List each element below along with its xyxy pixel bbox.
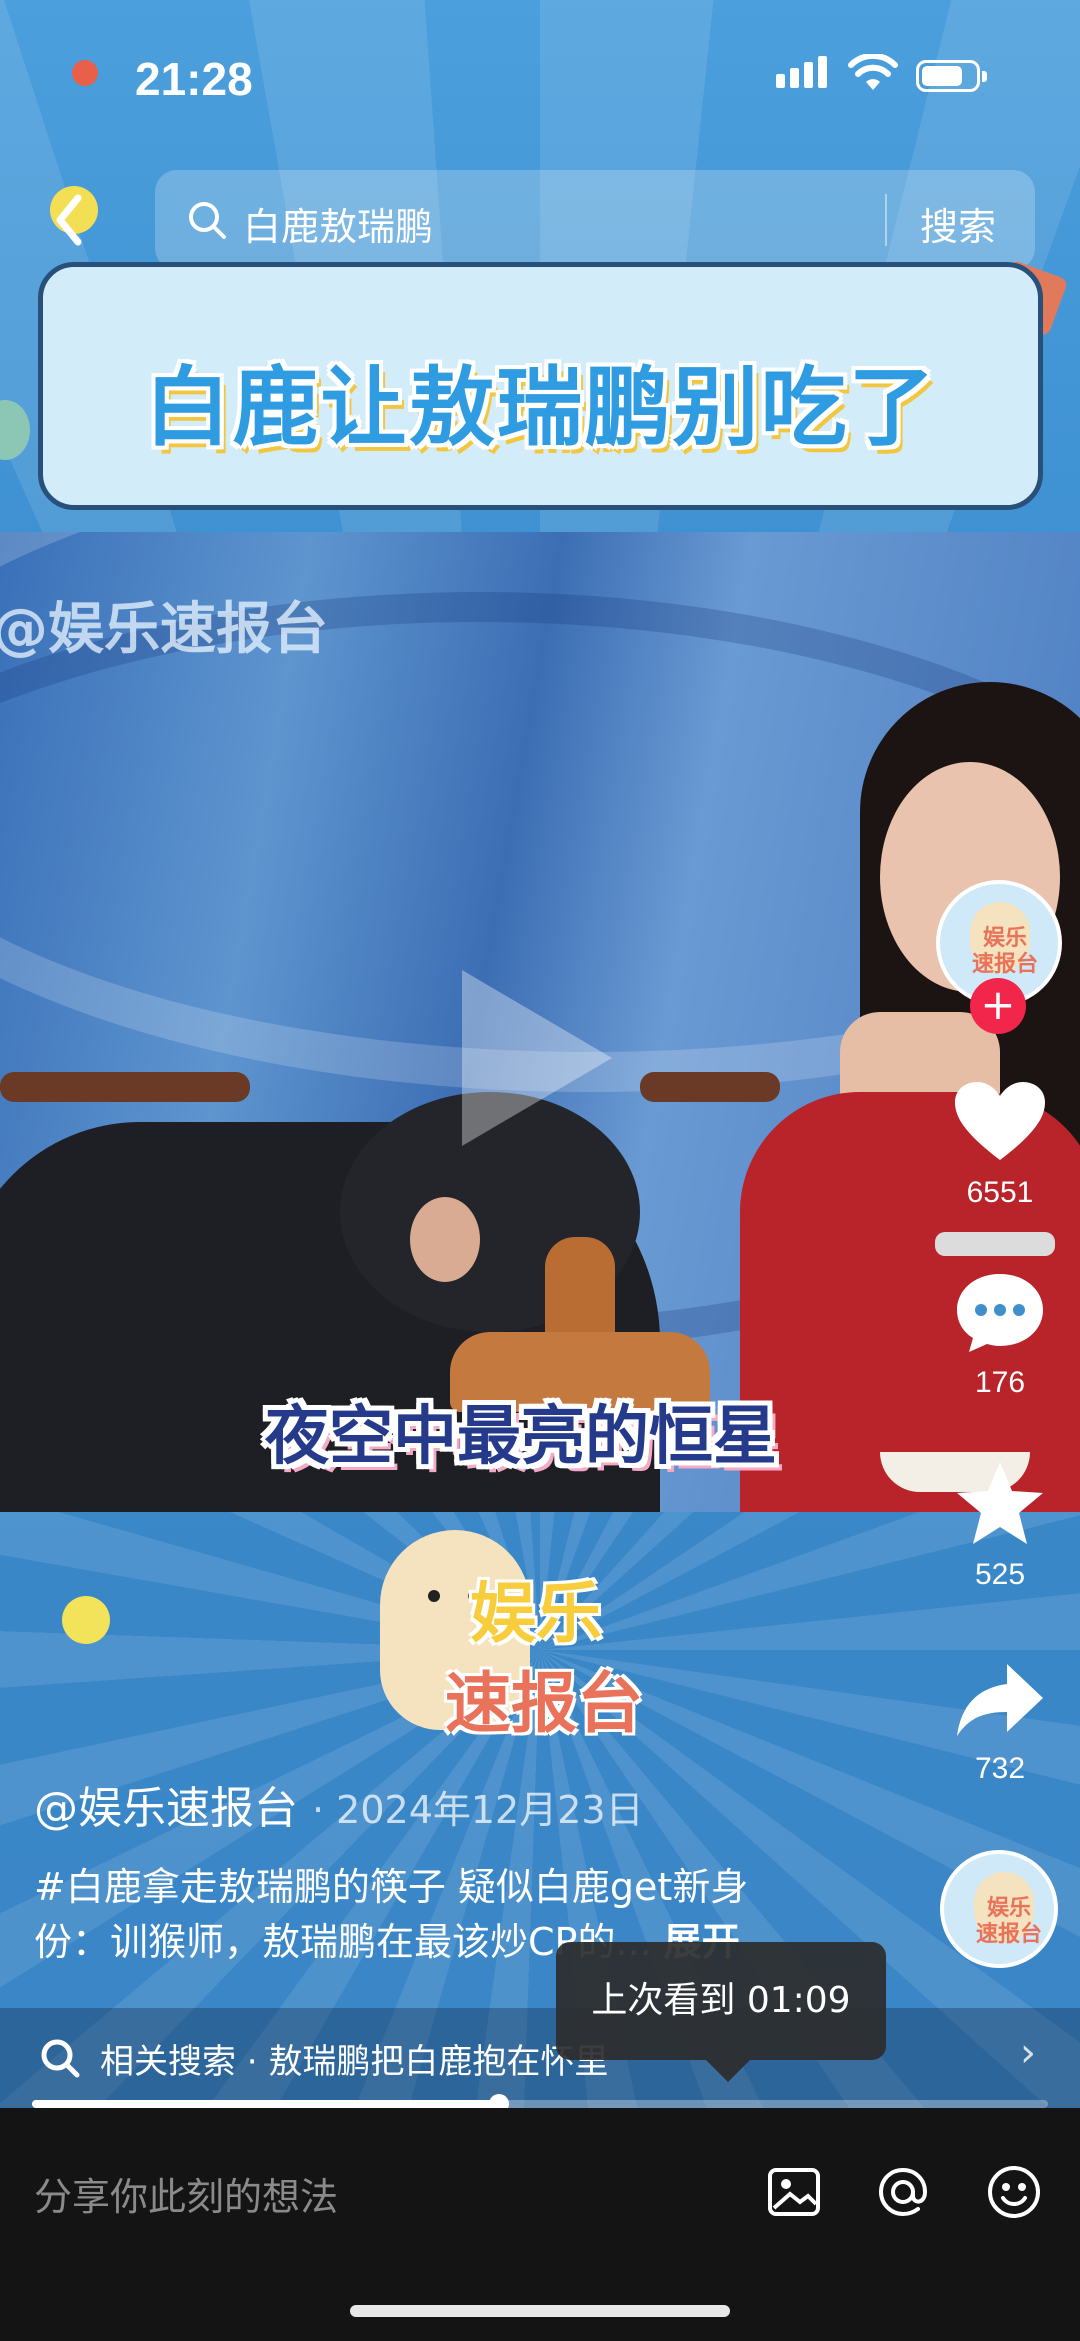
search-button[interactable]: 搜索 [920,196,996,251]
wifi-icon [848,54,898,90]
video-hotpot [545,1237,615,1347]
comment-input[interactable]: 分享你此刻的想法 [34,2166,338,2221]
battery-icon [916,60,987,92]
search-query[interactable]: 白鹿敖瑞鹏 [243,196,433,251]
search-icon [189,202,226,239]
heart-icon [955,1082,1045,1160]
search-icon [41,2039,80,2078]
video-phone [935,1232,1055,1256]
chevron-right-icon: › [1020,2030,1036,2076]
comment-count: 176 [974,1366,1026,1399]
video-chair [0,1072,250,1102]
video-watermark: @娱乐速报台 [0,597,328,662]
video-chair [640,1072,780,1102]
like-count: 6551 [966,1176,1034,1209]
post-author-line: @娱乐速报台 · 2024年12月23日 [34,1772,644,1836]
comment-icon [957,1274,1043,1352]
comment-button[interactable]: 176 [930,1270,1070,1400]
share-button[interactable]: 732 [930,1660,1070,1786]
channel-logo: 娱乐 速报台 [360,1510,690,1760]
resume-tooltip[interactable]: 上次看到 01:09 [556,1942,886,2082]
author-name[interactable]: @娱乐速报台 [34,1783,298,1834]
search-divider [885,194,887,246]
post-date-sep: · [312,1788,337,1832]
title-banner: 白鹿让敖瑞鹏别吃了 [38,262,1043,510]
progress-fill [32,2100,500,2108]
decoration-dot [62,1596,110,1644]
logo-text-line1: 娱乐 [470,1575,602,1652]
star-icon [957,1462,1043,1544]
home-indicator [350,2305,730,2317]
back-icon[interactable] [40,180,100,260]
share-count: 732 [974,1752,1026,1785]
favorite-button[interactable]: 525 [930,1460,1070,1592]
recording-dot-icon [72,60,98,86]
logo-text-line2: 速报台 [445,1665,643,1742]
music-disc[interactable]: 娱乐 速报台 [940,1850,1058,1968]
signal-icon [776,56,832,88]
play-icon[interactable] [462,970,612,1146]
video-caption: 夜空中最亮的恒星 [265,1400,777,1474]
emoji-icon[interactable] [984,2162,1044,2222]
disc-text: 娱乐 速报台 [976,1896,1043,1947]
search-bar[interactable]: 白鹿敖瑞鹏 搜索 [155,170,1035,270]
video-progress-bar[interactable] [32,2094,1048,2114]
video-person [410,1197,480,1282]
related-search-bar[interactable]: 相关搜索 · 敖瑞鹏把白鹿抱在怀里 › [0,2008,1080,2108]
banner-title: 白鹿让敖瑞鹏别吃了 [144,358,937,458]
at-icon[interactable] [873,2162,933,2222]
post-hashtag[interactable]: #白鹿拿走敖瑞鹏的筷子 [34,1865,446,1909]
follow-button[interactable]: + [970,978,1026,1034]
avatar-text: 娱乐 速报台 [972,926,1039,977]
status-time: 21:28 [135,53,253,105]
share-icon [957,1664,1043,1736]
like-button[interactable]: 6551 [930,1080,1070,1210]
status-bar: 21:28 [0,0,1080,150]
favorite-count: 525 [974,1558,1026,1591]
post-date: 2024年12月23日 [336,1788,644,1832]
image-icon[interactable] [764,2162,824,2222]
related-search-label: 相关搜索 · 敖瑞鹏把白鹿抱在怀里 [100,2042,609,2082]
